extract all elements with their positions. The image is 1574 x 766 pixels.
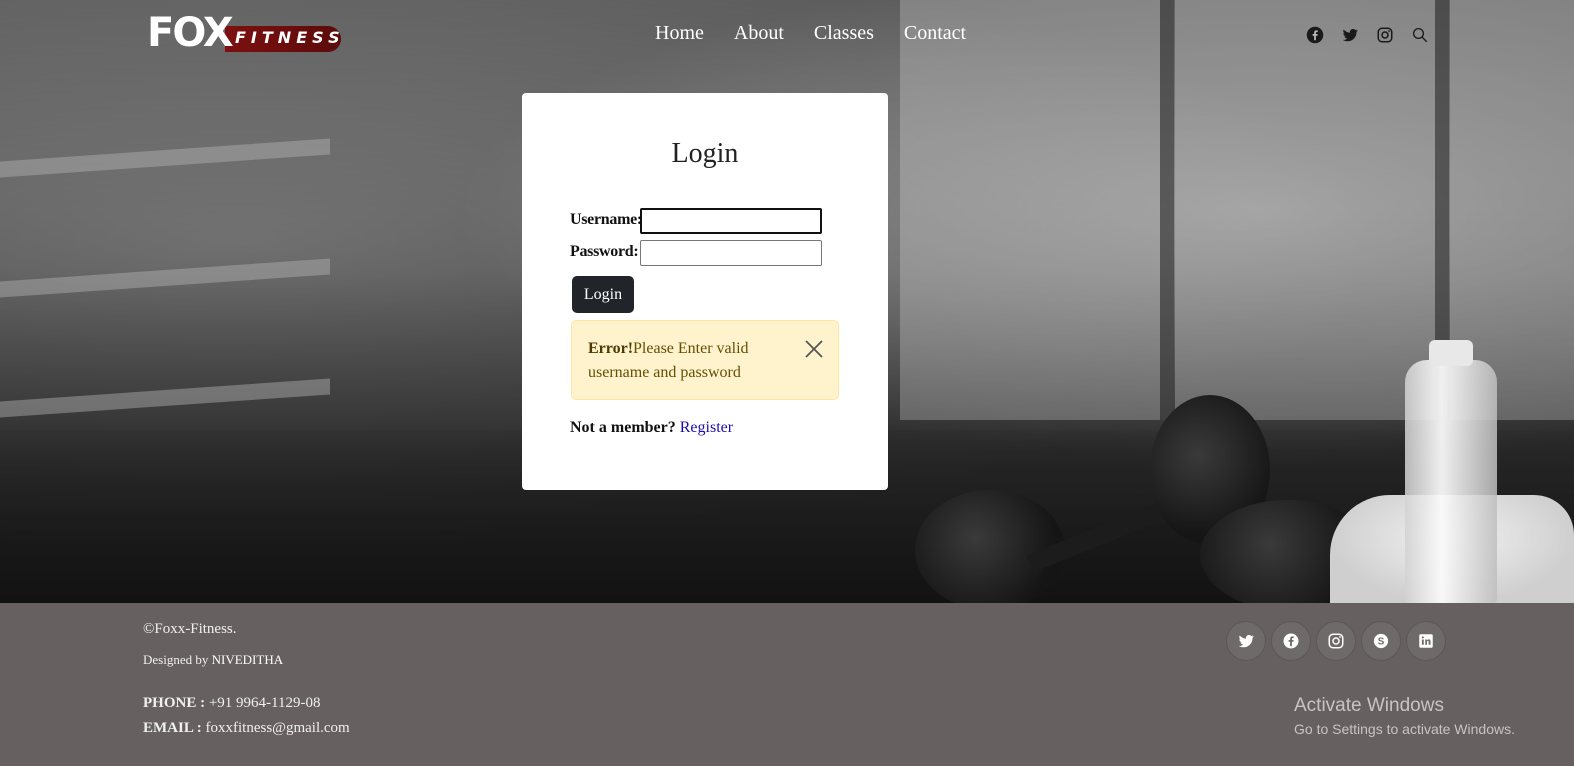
twitter-icon[interactable] [1226, 621, 1266, 661]
header-social-icons [1306, 26, 1429, 44]
activation-subtitle: Go to Settings to activate Windows. [1294, 721, 1515, 737]
twitter-icon[interactable] [1341, 26, 1359, 44]
error-alert: Error!Please Enter valid username and pa… [571, 320, 839, 400]
nav-classes[interactable]: Classes [814, 22, 874, 45]
background-shelf [0, 138, 330, 178]
close-icon[interactable] [804, 339, 824, 359]
bottle-cap [1429, 340, 1473, 366]
logo-sub-text: FITNESS [235, 28, 345, 47]
main-nav: Home About Classes Contact [655, 22, 966, 45]
designer-name: NIVEDITHA [211, 652, 284, 667]
register-link[interactable]: Register [680, 419, 733, 436]
login-card: Login Username: Password: Login Error!Pl… [522, 93, 888, 490]
facebook-icon[interactable] [1271, 621, 1311, 661]
footer-phone: PHONE : +91 9964-1129-08 [143, 695, 321, 712]
linkedin-icon[interactable] [1406, 621, 1446, 661]
background-window [1175, 0, 1449, 420]
phone-value: +91 9964-1129-08 [208, 695, 321, 711]
water-bottle [1405, 360, 1497, 603]
windows-activation-watermark: Activate Windows Go to Settings to activ… [1294, 695, 1515, 737]
brand-logo[interactable]: FOX FITNESS [147, 4, 342, 66]
instagram-icon[interactable] [1376, 26, 1394, 44]
login-title: Login [671, 138, 739, 169]
username-label: Username: [570, 211, 642, 228]
instagram-icon[interactable] [1316, 621, 1356, 661]
password-field[interactable] [640, 240, 822, 266]
email-label: EMAIL : [143, 720, 202, 736]
background-shelf [0, 258, 330, 298]
username-field[interactable] [640, 208, 822, 234]
facebook-icon[interactable] [1306, 26, 1324, 44]
phone-label: PHONE : [143, 695, 206, 711]
site-footer: ©Foxx-Fitness. Designed by NIVEDITHA PHO… [0, 603, 1574, 766]
designed-by-label: Designed by [143, 652, 209, 667]
dumbbell-weight [915, 490, 1065, 603]
member-text: Not a member? [570, 419, 676, 436]
alert-title: Error! [588, 340, 634, 357]
footer-email: EMAIL : foxxfitness@gmail.com [143, 720, 350, 737]
logo-main-text: FOX [147, 10, 234, 56]
copyright-text: ©Foxx-Fitness. [143, 621, 237, 637]
password-label: Password: [570, 243, 639, 260]
search-icon[interactable] [1411, 26, 1429, 44]
nav-home[interactable]: Home [655, 22, 704, 45]
designed-by: Designed by NIVEDITHA [143, 652, 283, 668]
skype-icon[interactable]: S [1361, 621, 1401, 661]
background-shelf [0, 378, 330, 418]
footer-social-icons: S [1226, 621, 1446, 661]
register-prompt: Not a member? Register [570, 419, 733, 437]
svg-text:S: S [1378, 636, 1385, 647]
email-value: foxxfitness@gmail.com [205, 720, 350, 736]
nav-contact[interactable]: Contact [904, 22, 966, 45]
login-button[interactable]: Login [572, 276, 634, 313]
activation-title: Activate Windows [1294, 695, 1444, 716]
background-window [900, 0, 1174, 420]
nav-about[interactable]: About [734, 22, 784, 45]
